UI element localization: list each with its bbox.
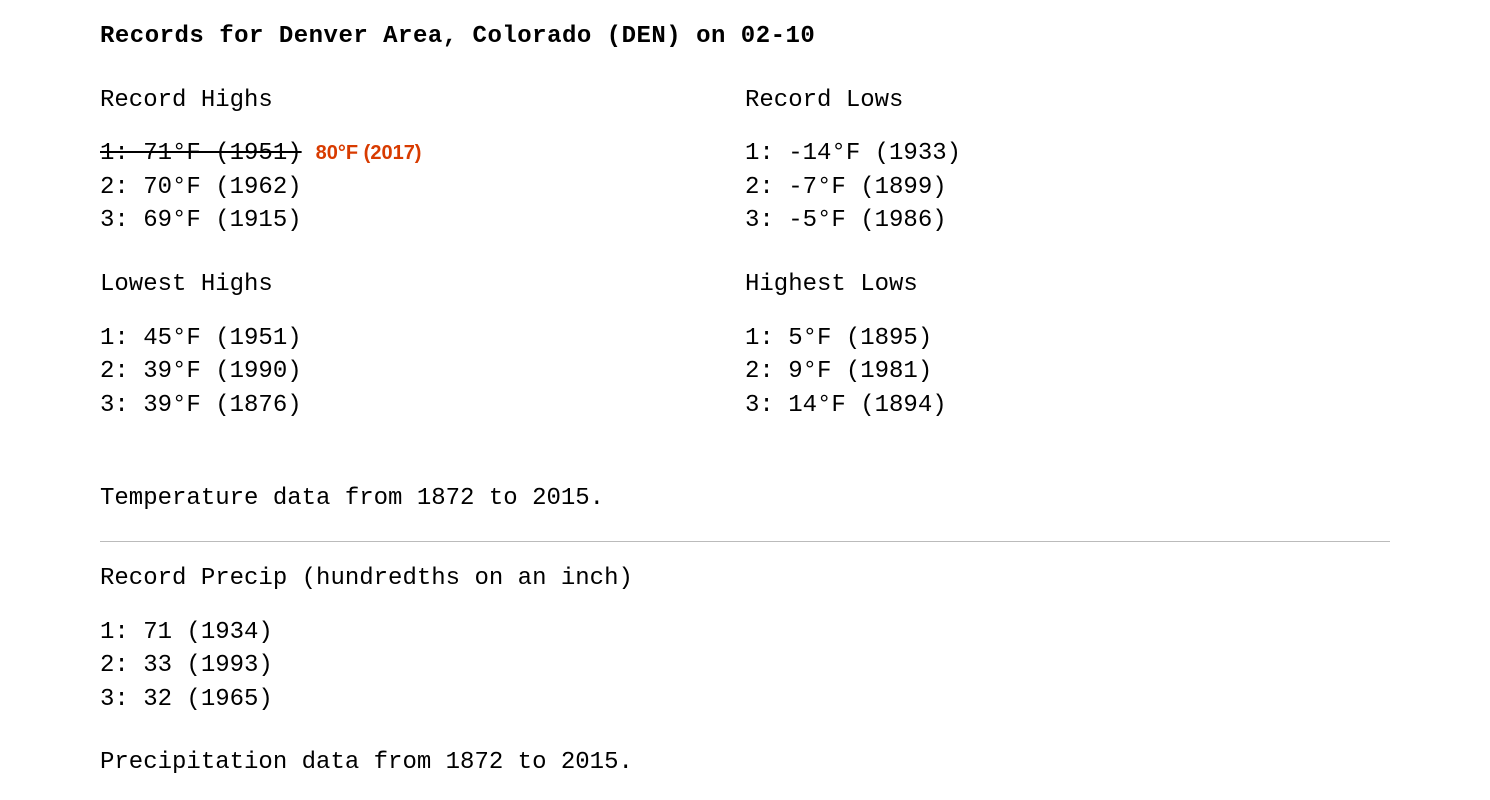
divider: [100, 541, 1390, 542]
highest-lows-row-3: 3: 14°F (1894): [745, 389, 1390, 423]
record-precip-block: Record Precip (hundredths on an inch) 1:…: [100, 562, 1390, 716]
lowest-highs-row-2: 2: 39°F (1990): [100, 355, 745, 389]
temperature-footnote: Temperature data from 1872 to 2015.: [100, 482, 1390, 516]
highest-lows-block: Highest Lows 1: 5°F (1895) 2: 9°F (1981)…: [745, 268, 1390, 422]
page-title: Records for Denver Area, Colorado (DEN) …: [100, 20, 1390, 54]
record-precip-heading: Record Precip (hundredths on an inch): [100, 562, 1390, 596]
left-column: Record Highs 1: 71°F (1951) 80°F (2017) 2…: [100, 84, 745, 453]
record-highs-block: Record Highs 1: 71°F (1951) 80°F (2017) 2…: [100, 84, 745, 238]
record-highs-row-2: 2: 70°F (1962): [100, 171, 745, 205]
highest-lows-row-2: 2: 9°F (1981): [745, 355, 1390, 389]
record-highs-row-1-struck: 1: 71°F (1951): [100, 140, 302, 167]
lowest-highs-heading: Lowest Highs: [100, 268, 745, 302]
record-precip-row-2: 2: 33 (1993): [100, 649, 1390, 683]
record-lows-row-3: 3: -5°F (1986): [745, 204, 1390, 238]
record-lows-row-1: 1: -14°F (1933): [745, 137, 1390, 171]
record-precip-row-1: 1: 71 (1934): [100, 616, 1390, 650]
precip-footnote: Precipitation data from 1872 to 2015.: [100, 746, 1390, 780]
right-column: Record Lows 1: -14°F (1933) 2: -7°F (189…: [745, 84, 1390, 453]
record-highs-heading: Record Highs: [100, 84, 745, 118]
record-lows-row-2: 2: -7°F (1899): [745, 171, 1390, 205]
lowest-highs-block: Lowest Highs 1: 45°F (1951) 2: 39°F (199…: [100, 268, 745, 422]
lowest-highs-row-1: 1: 45°F (1951): [100, 322, 745, 356]
highest-lows-heading: Highest Lows: [745, 268, 1390, 302]
lowest-highs-row-3: 3: 39°F (1876): [100, 389, 745, 423]
record-lows-heading: Record Lows: [745, 84, 1390, 118]
temperature-columns: Record Highs 1: 71°F (1951) 80°F (2017) 2…: [100, 84, 1390, 453]
record-lows-block: Record Lows 1: -14°F (1933) 2: -7°F (189…: [745, 84, 1390, 238]
record-highs-row-1-annotation: 80°F (2017): [316, 142, 422, 164]
record-highs-row-3: 3: 69°F (1915): [100, 204, 745, 238]
record-precip-row-3: 3: 32 (1965): [100, 683, 1390, 717]
record-highs-row-1: 1: 71°F (1951) 80°F (2017): [100, 137, 745, 171]
highest-lows-row-1: 1: 5°F (1895): [745, 322, 1390, 356]
